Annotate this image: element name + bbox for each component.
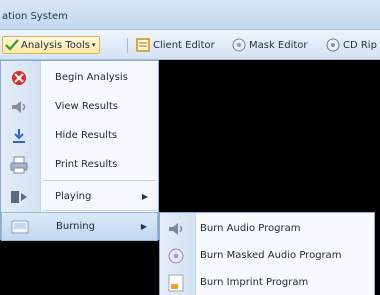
toolbar-separator: [127, 38, 128, 53]
submenu-arrow-icon: ▶: [141, 192, 148, 201]
submenu-item-burn-imprint-program[interactable]: Burn Imprint Program: [160, 269, 374, 295]
burning-submenu: Burn Audio Program Burn Masked Audio Pro…: [159, 212, 375, 295]
printer-icon: [9, 155, 29, 175]
dropdown-arrow-icon: ▾: [92, 41, 96, 49]
window-title: ation System: [2, 11, 68, 22]
mask-disc-icon: [232, 38, 246, 52]
hide-results-icon: [9, 126, 29, 146]
menu-item-begin-analysis[interactable]: Begin Analysis: [1, 63, 158, 92]
client-editor-label: Client Editor: [153, 39, 215, 51]
menu-item-label: Begin Analysis: [55, 72, 128, 83]
title-bar: ation System: [0, 0, 380, 30]
checkmark-icon: [5, 39, 19, 51]
menu-item-label: Print Results: [55, 159, 118, 170]
speaker-icon: [166, 219, 186, 239]
menu-separator: [43, 180, 156, 181]
burning-icon: [10, 217, 30, 237]
analysis-tools-button[interactable]: Analysis Tools ▾: [2, 36, 100, 54]
menu-item-burning[interactable]: Burning ▶: [1, 212, 158, 241]
menu-separator: [43, 210, 156, 211]
submenu-item-label: Burn Audio Program: [200, 223, 301, 234]
client-editor-icon: [136, 38, 150, 52]
menu-item-label: Hide Results: [55, 130, 118, 141]
disc-icon: [166, 246, 186, 266]
menu-item-print-results[interactable]: Print Results: [1, 150, 158, 179]
menu-item-hide-results[interactable]: Hide Results: [1, 121, 158, 150]
analysis-tools-label: Analysis Tools: [21, 39, 91, 51]
submenu-item-burn-audio-program[interactable]: Burn Audio Program: [160, 215, 374, 242]
menu-item-label: Burning: [56, 221, 95, 232]
mask-editor-label: Mask Editor: [249, 39, 308, 51]
cd-disc-icon: [326, 38, 340, 52]
menu-item-label: Playing: [55, 191, 92, 202]
mask-editor-button[interactable]: Mask Editor: [232, 36, 308, 54]
submenu-item-label: Burn Masked Audio Program: [200, 250, 342, 261]
menu-item-label: View Results: [55, 101, 119, 112]
begin-analysis-icon: [9, 68, 29, 88]
submenu-item-label: Burn Imprint Program: [200, 277, 309, 288]
cd-rip-label: CD Rip: [343, 39, 377, 51]
toolbar: Analysis Tools ▾ Client Editor Mask Edit…: [0, 30, 380, 60]
analysis-tools-menu: Begin Analysis View Results Hide Results…: [0, 60, 159, 241]
submenu-item-burn-masked-audio-program[interactable]: Burn Masked Audio Program: [160, 242, 374, 269]
menu-item-view-results[interactable]: View Results: [1, 92, 158, 121]
imprint-icon: [166, 273, 186, 293]
view-results-icon: [9, 97, 29, 117]
submenu-arrow-icon: ▶: [140, 222, 147, 231]
cd-rip-button[interactable]: CD Rip: [326, 36, 377, 54]
playing-icon: [9, 187, 29, 207]
menu-item-playing[interactable]: Playing ▶: [1, 182, 158, 211]
client-editor-button[interactable]: Client Editor: [136, 36, 215, 54]
